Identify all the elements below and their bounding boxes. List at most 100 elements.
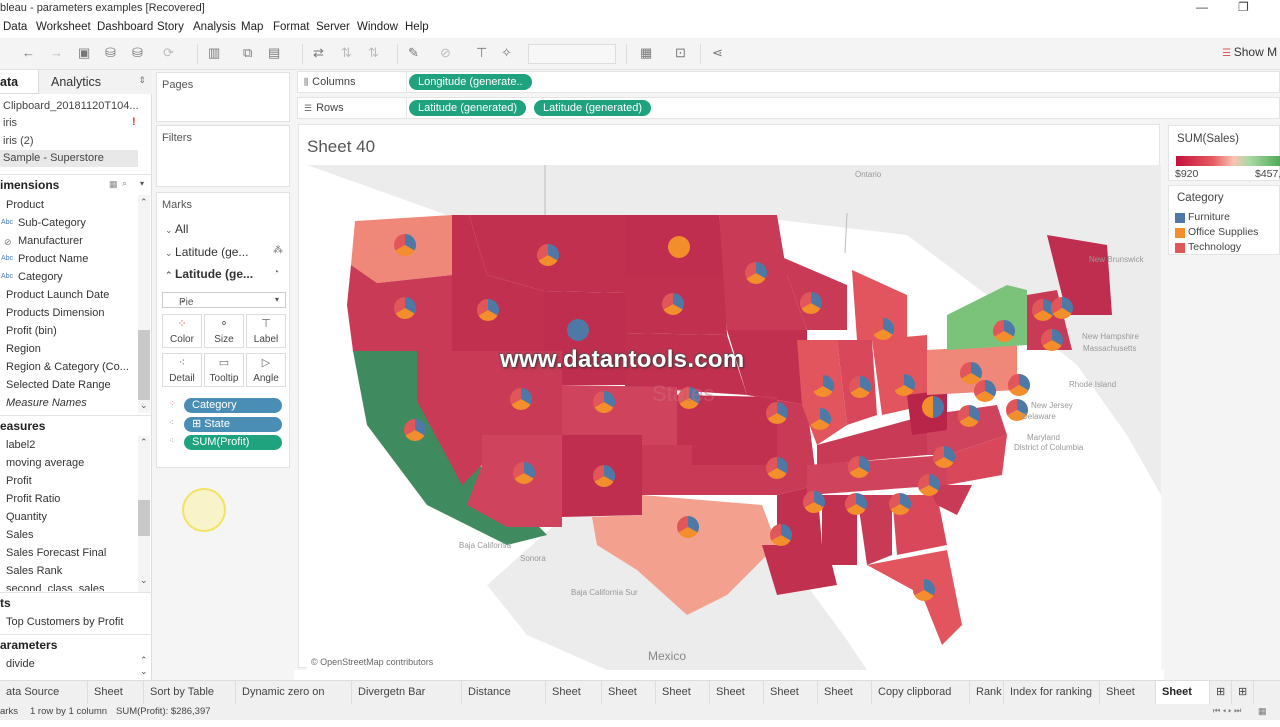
tab-analytics[interactable]: Analytics ⇕	[38, 70, 152, 94]
save-icon[interactable]: ▣	[78, 46, 90, 60]
field-item[interactable]: ⊘ Manufacturer	[4, 235, 83, 247]
search-icon[interactable]: ⌕	[122, 178, 127, 189]
menu-dropdown-icon[interactable]: ▾	[140, 179, 144, 188]
attribution[interactable]: © OpenStreetMap contributors	[311, 657, 434, 667]
sheet-tab[interactable]: Sort by Table Calc	[144, 681, 236, 721]
field-item[interactable]: Abc Product Name	[1, 253, 88, 265]
highlight-icon[interactable]: ✎	[408, 46, 419, 60]
sheet-tab[interactable]: Copy clipborad data	[872, 681, 970, 721]
menu-server[interactable]: Server	[316, 21, 350, 33]
pill-latitude[interactable]: Latitude (generated)	[409, 100, 527, 116]
field-item[interactable]: Products Dimension	[6, 307, 104, 319]
pie-mark[interactable]	[567, 319, 589, 341]
field-item[interactable]: Profit (bin)	[6, 325, 57, 337]
datasource-item[interactable]: Clipboard_20181120T104...	[3, 100, 139, 112]
scroll-down-icon[interactable]: ⌄	[140, 400, 148, 411]
field-item[interactable]: Selected Date Range	[6, 379, 111, 391]
scroll-up-icon[interactable]: ⌃	[140, 655, 148, 666]
category-legend[interactable]: Category Furniture Office Supplies Techn…	[1168, 185, 1280, 255]
scroll-down-icon[interactable]: ⌄	[140, 575, 148, 586]
marks-layer-row[interactable]: ⌄ Latitude (ge...	[165, 245, 248, 259]
menu-data[interactable]: Data	[3, 21, 27, 33]
sheet-tab[interactable]: Sheet 25	[88, 681, 144, 721]
field-item[interactable]: Product	[6, 199, 44, 211]
new-worksheet-tab-icon[interactable]: ⊞	[1210, 681, 1232, 705]
tooltip-button[interactable]: ▭ Tooltip	[204, 353, 244, 387]
sheet-tab[interactable]: Index for ranking	[1004, 681, 1100, 705]
rows-shelf[interactable]: ☰ Rows Latitude (generated) Latitude (gen…	[297, 97, 1280, 119]
sheet-tab[interactable]: Sheet 32	[656, 681, 710, 721]
sheet-tab[interactable]: Sheet 33	[710, 681, 764, 721]
view-toggle-icon[interactable]: ▦	[109, 179, 118, 190]
menu-story[interactable]: Story	[157, 21, 184, 33]
columns-shelf[interactable]: ⫼ Columns Longitude (generate..	[297, 71, 1280, 93]
tab-nav-icons[interactable]: ⏮ ◂ ▸ ⏭	[1213, 706, 1241, 716]
share-icon[interactable]: ⋖	[712, 46, 723, 60]
color-button[interactable]: ⁘ Color	[162, 314, 202, 348]
size-button[interactable]: ⚬ Size	[204, 314, 244, 348]
group-icon[interactable]: ⊘	[440, 46, 451, 60]
pill-category[interactable]: Category	[184, 398, 282, 413]
legend-item-office-supplies[interactable]: Office Supplies	[1175, 226, 1258, 238]
map-view[interactable]: Ontario New Brunswick New Hampshire Mass…	[307, 165, 1161, 670]
sheet-tab[interactable]: Rank	[970, 681, 1004, 705]
sheet-tab[interactable]: Sheet 40	[1156, 681, 1210, 721]
field-item[interactable]: Abc Sub-Category	[1, 217, 86, 229]
new-datasource-icon[interactable]: ⛁	[105, 46, 116, 60]
menu-map[interactable]: Map	[241, 21, 263, 33]
angle-button[interactable]: ▷ Angle	[246, 353, 286, 387]
field-item[interactable]: Top Customers by Profit	[6, 616, 123, 628]
sheet-tab[interactable]: Divergetn Bar Chart	[352, 681, 462, 721]
field-item[interactable]: Product Launch Date	[6, 289, 109, 301]
field-item[interactable]: Measure Names	[6, 397, 87, 409]
scrollbar-thumb[interactable]	[138, 330, 150, 400]
sheet-tab[interactable]: Sheet 39	[1100, 681, 1156, 721]
menu-dashboard[interactable]: Dashboard	[97, 21, 153, 33]
pill-state[interactable]: ⊞ State	[184, 417, 282, 432]
field-item[interactable]: Quantity	[6, 511, 47, 523]
field-item[interactable]: Sales	[6, 529, 34, 541]
sort-ascending-icon[interactable]: ⇅	[341, 46, 352, 60]
field-item[interactable]: Abc Category	[1, 271, 63, 283]
pages-card[interactable]: Pages	[156, 72, 290, 122]
new-dashboard-tab-icon[interactable]: ⊞	[1232, 681, 1254, 705]
back-icon[interactable]: ←	[22, 46, 35, 60]
label-button[interactable]: ⊤ Label	[246, 314, 286, 348]
field-item[interactable]: divide	[6, 658, 35, 670]
menu-format[interactable]: Format	[273, 21, 309, 33]
scrollbar-thumb[interactable]	[138, 500, 150, 536]
scroll-up-icon[interactable]: ⌃	[140, 437, 148, 448]
swap-icon[interactable]: ⇄	[313, 46, 324, 60]
menu-worksheet[interactable]: Worksheet	[36, 21, 91, 33]
sheet-tab[interactable]: Sheet 35	[818, 681, 872, 721]
menu-help[interactable]: Help	[405, 21, 429, 33]
refresh-icon[interactable]: ⟳	[163, 46, 174, 60]
field-item[interactable]: Region & Category (Co...	[6, 361, 129, 373]
marks-layer-row-active[interactable]: ⌃ Latitude (ge...	[165, 267, 253, 281]
pause-update-icon[interactable]: ⛁	[132, 46, 143, 60]
marks-all-row[interactable]: ⌄ All	[165, 222, 188, 236]
field-item[interactable]: Sales Forecast Final	[6, 547, 106, 559]
pill-latitude[interactable]: Latitude (generated)	[534, 100, 652, 116]
minimize-icon[interactable]: —	[1196, 0, 1208, 14]
state-florida[interactable]	[867, 550, 962, 645]
datasource-item-selected[interactable]: Sample - Superstore	[0, 150, 138, 167]
field-item[interactable]: Profit	[6, 475, 32, 487]
show-labels-icon[interactable]: ⊤	[476, 46, 487, 60]
dimensions-scrollbar[interactable]	[138, 195, 150, 413]
tab-data-source[interactable]: ata Source	[0, 681, 88, 705]
detail-button[interactable]: ⁖ Detail	[162, 353, 202, 387]
menu-window[interactable]: Window	[357, 21, 398, 33]
forward-icon[interactable]: →	[50, 46, 63, 60]
sheet-tab[interactable]: Sheet 34	[764, 681, 818, 721]
fit-dropdown[interactable]	[528, 44, 616, 64]
menu-analysis[interactable]: Analysis	[193, 21, 236, 33]
measures-scrollbar[interactable]	[138, 436, 150, 592]
field-item[interactable]: Profit Ratio	[6, 493, 60, 505]
field-item[interactable]: Sales Rank	[6, 565, 62, 577]
fix-axes-icon[interactable]: ✧	[501, 46, 512, 60]
pill-longitude[interactable]: Longitude (generate..	[409, 74, 532, 90]
pie-mark[interactable]	[668, 236, 690, 258]
show-cards-icon[interactable]: ▦	[640, 46, 652, 60]
duplicate-sheet-icon[interactable]: ⧉	[243, 46, 252, 60]
